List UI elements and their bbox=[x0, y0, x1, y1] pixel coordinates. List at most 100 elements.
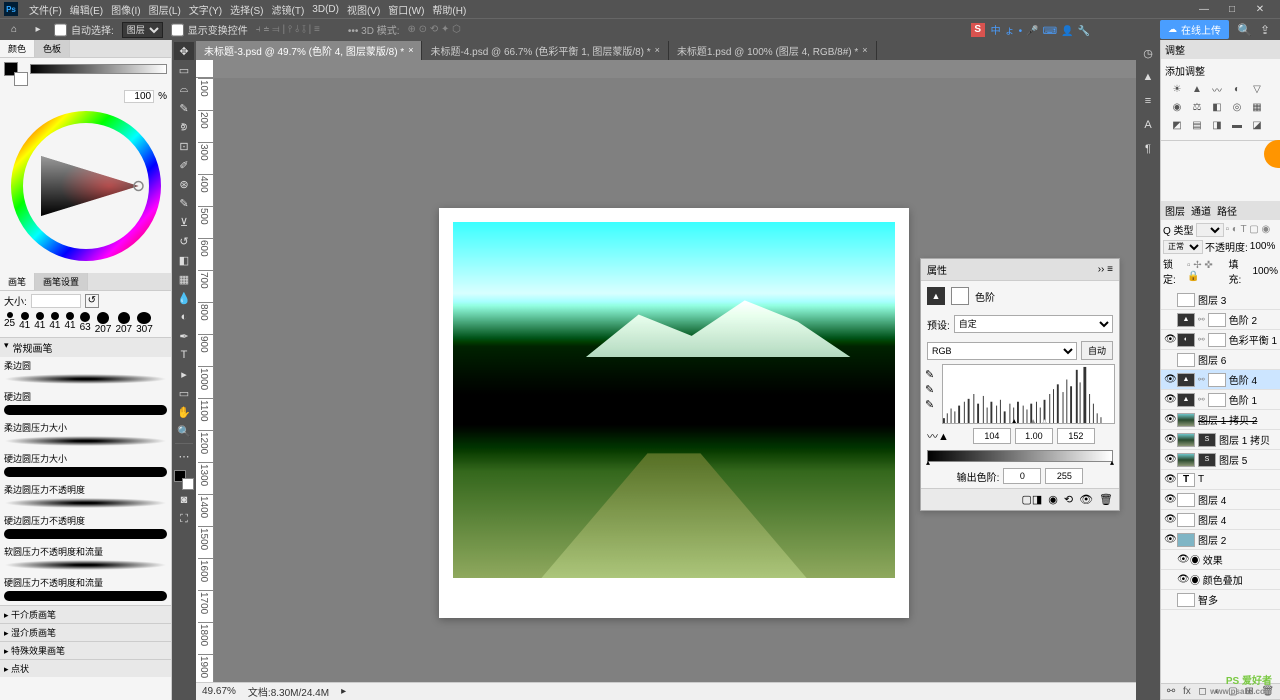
input-black[interactable] bbox=[973, 428, 1011, 444]
close-icon[interactable]: × bbox=[655, 45, 660, 55]
document-canvas[interactable] bbox=[439, 208, 909, 618]
ruler-vertical[interactable]: 1002003004005006007008009001000110012001… bbox=[196, 78, 214, 682]
hue-icon[interactable]: ◉ bbox=[1169, 100, 1185, 114]
vibrance-icon[interactable]: ▽ bbox=[1249, 82, 1265, 96]
layer-fx[interactable]: 👁◉ 效果 bbox=[1161, 550, 1280, 570]
eraser-tool[interactable]: ◧ bbox=[174, 251, 194, 269]
layer-item[interactable]: 👁S图层 1 拷贝 bbox=[1161, 430, 1280, 450]
brush-item[interactable]: 硬边圆 bbox=[0, 388, 171, 419]
brush-preset[interactable]: 41 bbox=[19, 312, 30, 335]
history-panel-icon[interactable]: ◷ bbox=[1139, 44, 1157, 62]
menu-file[interactable]: 文件(F) bbox=[26, 2, 65, 17]
curves-icon[interactable]: 〰 bbox=[1209, 82, 1225, 96]
tab-channels[interactable]: 通道 bbox=[1191, 203, 1211, 218]
layer-item[interactable]: 👁S图层 5 bbox=[1161, 450, 1280, 470]
lasso-tool[interactable]: ⌓ bbox=[174, 80, 194, 98]
brush-size-input[interactable] bbox=[31, 294, 81, 308]
blur-tool[interactable]: 💧 bbox=[174, 289, 194, 307]
home-icon[interactable]: ⌂ bbox=[6, 22, 22, 38]
white-eyedropper-icon[interactable]: ✎ bbox=[925, 398, 934, 411]
bw-icon[interactable]: ◧ bbox=[1209, 100, 1225, 114]
quickmask-icon[interactable]: ◙ bbox=[174, 491, 194, 509]
upload-button[interactable]: ☁ 在线上传 bbox=[1160, 20, 1229, 39]
brush-preset[interactable]: 207 bbox=[95, 312, 112, 335]
tool-preset-icon[interactable]: ▸ bbox=[30, 22, 46, 38]
color-value-input[interactable] bbox=[124, 90, 154, 103]
prev-icon[interactable]: ◉ bbox=[1048, 493, 1058, 506]
brush-preset[interactable]: 207 bbox=[115, 312, 132, 335]
brush-group-row[interactable]: ▸ 点状 bbox=[0, 659, 171, 677]
tab-swatches[interactable]: 色板 bbox=[35, 40, 70, 57]
layer-item[interactable]: 图层 6 bbox=[1161, 350, 1280, 370]
gray-eyedropper-icon[interactable]: ✎ bbox=[925, 383, 934, 396]
brush-tool[interactable]: ✎ bbox=[174, 194, 194, 212]
doc-tab[interactable]: 未标题1.psd @ 100% (图层 4, RGB/8#) *× bbox=[669, 41, 877, 60]
menu-window[interactable]: 窗口(W) bbox=[385, 2, 427, 17]
channelmixer-icon[interactable]: ▦ bbox=[1249, 100, 1265, 114]
marquee-tool[interactable]: ▭ bbox=[174, 61, 194, 79]
auto-button[interactable]: 自动 bbox=[1081, 341, 1113, 360]
zoom-level[interactable]: 49.67% bbox=[202, 686, 236, 697]
menu-type[interactable]: 文字(Y) bbox=[186, 2, 225, 17]
brightness-icon[interactable]: ☀ bbox=[1169, 82, 1185, 96]
close-icon[interactable]: × bbox=[862, 45, 867, 55]
wavy-icon[interactable]: 〰▲ bbox=[927, 428, 949, 444]
fg-bg-swatch[interactable] bbox=[4, 62, 28, 86]
menu-3d[interactable]: 3D(D) bbox=[309, 4, 342, 15]
reset-icon[interactable]: ⟲ bbox=[1064, 493, 1073, 506]
toolbar-color-swatch[interactable] bbox=[174, 470, 194, 490]
layer-item[interactable]: 👁TT bbox=[1161, 470, 1280, 490]
brush-preset[interactable]: 41 bbox=[49, 312, 60, 335]
color-slider[interactable] bbox=[30, 64, 167, 74]
menu-view[interactable]: 视图(V) bbox=[344, 2, 383, 17]
minimize-button[interactable]: — bbox=[1194, 4, 1214, 15]
brush-group-row[interactable]: ▸ 干介质画笔 bbox=[0, 605, 171, 623]
screenmode-icon[interactable]: ⛶ bbox=[174, 510, 194, 528]
menu-help[interactable]: 帮助(H) bbox=[429, 2, 469, 17]
threshold-icon[interactable]: ◨ bbox=[1209, 118, 1225, 132]
levels-icon[interactable]: ▲ bbox=[1189, 82, 1205, 96]
quick-select-tool[interactable]: ✎ bbox=[174, 99, 194, 117]
hand-tool[interactable]: ✋ bbox=[174, 403, 194, 421]
layer-kind-select[interactable] bbox=[1196, 223, 1224, 237]
move-tool[interactable]: ✥ bbox=[174, 42, 194, 60]
tab-brush-settings[interactable]: 画笔设置 bbox=[35, 273, 88, 290]
visibility-icon[interactable]: 👁 bbox=[1079, 493, 1093, 506]
color-wheel[interactable] bbox=[11, 111, 161, 261]
auto-select-dropdown[interactable]: 图层 bbox=[122, 22, 163, 38]
colorbalance-icon[interactable]: ⚖ bbox=[1189, 100, 1205, 114]
tab-adjustments[interactable]: 调整 bbox=[1165, 42, 1185, 57]
menu-select[interactable]: 选择(S) bbox=[227, 2, 266, 17]
brush-reset-icon[interactable]: ↺ bbox=[85, 294, 99, 308]
delete-adj-icon[interactable]: 🗑 bbox=[1099, 493, 1113, 506]
auto-select-checkbox[interactable]: 自动选择: bbox=[54, 22, 114, 38]
history-brush-tool[interactable]: ↺ bbox=[174, 232, 194, 250]
layer-item[interactable]: 👁▲⚯色阶 1 bbox=[1161, 390, 1280, 410]
layer-item[interactable]: 图层 3 bbox=[1161, 290, 1280, 310]
tab-color[interactable]: 颜色 bbox=[0, 40, 35, 57]
output-white[interactable] bbox=[1045, 468, 1083, 484]
fx-icon[interactable]: fx bbox=[1183, 686, 1191, 697]
zoom-tool[interactable]: 🔍 bbox=[174, 422, 194, 440]
properties-header[interactable]: 属性 ›› ≡ bbox=[921, 259, 1119, 281]
layer-item[interactable]: 👁◐⚯色彩平衡 1 bbox=[1161, 330, 1280, 350]
channel-select[interactable]: RGB bbox=[927, 342, 1077, 360]
output-black[interactable] bbox=[1003, 468, 1041, 484]
menu-edit[interactable]: 编辑(E) bbox=[67, 2, 106, 17]
frame-tool[interactable]: ⊡ bbox=[174, 137, 194, 155]
brush-item[interactable]: 柔边圆压力大小 bbox=[0, 419, 171, 450]
brush-preset[interactable]: 307 bbox=[136, 312, 153, 335]
brush-group-row[interactable]: ▸ 特殊效果画笔 bbox=[0, 641, 171, 659]
gradient-tool[interactable]: ▦ bbox=[174, 270, 194, 288]
link-layers-icon[interactable]: ⚯ bbox=[1167, 686, 1175, 697]
input-white[interactable] bbox=[1057, 428, 1095, 444]
tab-paths[interactable]: 路径 bbox=[1217, 203, 1237, 218]
black-eyedropper-icon[interactable]: ✎ bbox=[925, 368, 934, 381]
exposure-icon[interactable]: ◐ bbox=[1229, 82, 1245, 96]
menu-image[interactable]: 图像(I) bbox=[108, 2, 143, 17]
dodge-tool[interactable]: ◐ bbox=[174, 308, 194, 326]
close-button[interactable]: ✕ bbox=[1250, 4, 1270, 15]
eyedropper-tool[interactable]: ✐ bbox=[174, 156, 194, 174]
gradientmap-icon[interactable]: ▬ bbox=[1229, 118, 1245, 132]
preset-select[interactable]: 自定 bbox=[954, 315, 1113, 333]
